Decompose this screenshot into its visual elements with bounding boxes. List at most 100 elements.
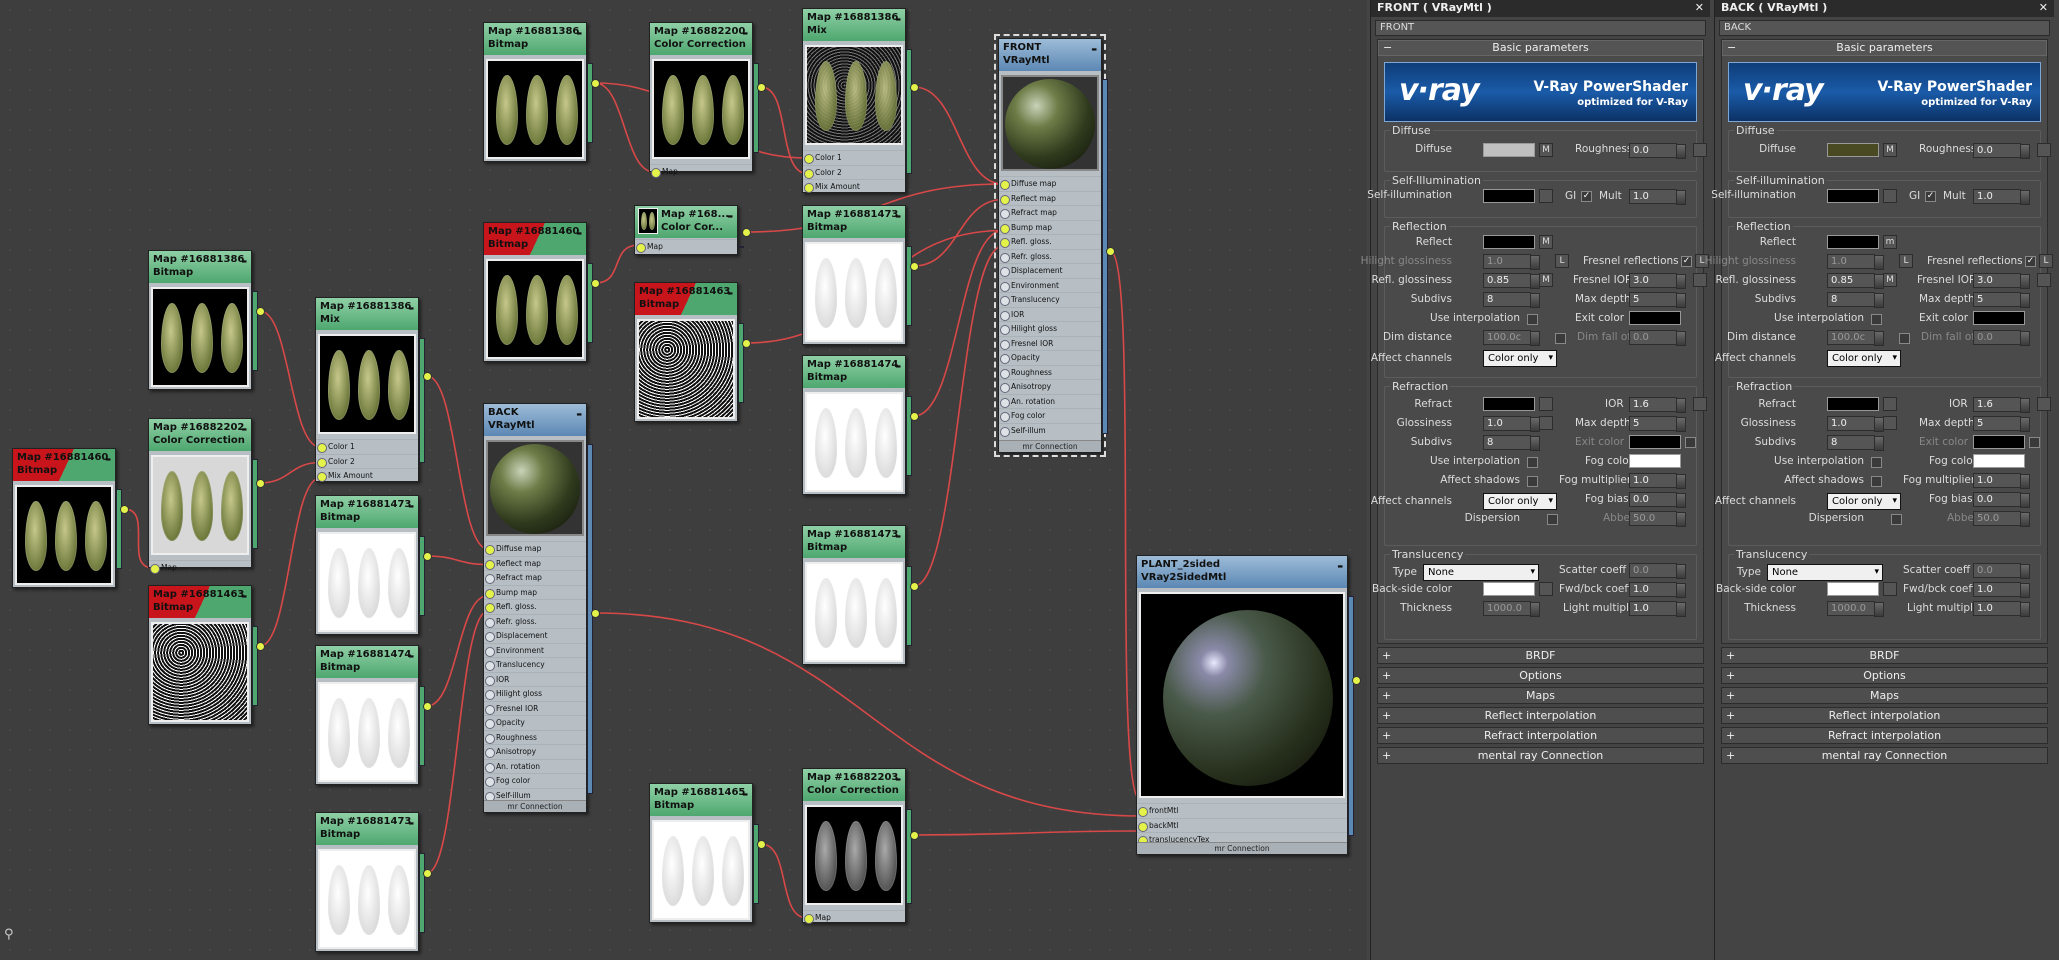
input-slot[interactable]: Reflect map xyxy=(999,190,1101,206)
node-header[interactable]: Map #16881474 Bitmap ▬ xyxy=(803,356,905,388)
refraction-max-depth-spinner[interactable]: 5 xyxy=(1973,416,2030,432)
gi-checkbox[interactable]: ✓ xyxy=(1925,191,1936,202)
basic-parameters-header[interactable]: − Basic parameters xyxy=(1722,40,2047,56)
input-slot[interactable]: Fresnel IOR xyxy=(484,700,586,716)
minimize-icon[interactable]: ▬ xyxy=(895,13,901,26)
input-slot[interactable]: Anisotropy xyxy=(484,744,586,759)
node-header[interactable]: PLANT_2sided VRay2SidedMtl ▬ xyxy=(1137,556,1347,588)
affect-shadows-checkbox[interactable] xyxy=(1871,476,1882,487)
input-slot[interactable]: Diffuse map xyxy=(484,541,586,556)
subdivs-spinner[interactable]: 8 xyxy=(1483,292,1540,308)
node-n4[interactable]: Map #16881463 Bitmap ▬ xyxy=(148,585,265,725)
ior-spinner[interactable]: 1.6 xyxy=(1629,397,1686,413)
translucency-type-dropdown[interactable]: None xyxy=(1423,564,1539,581)
node-header[interactable]: Map #16881473 Bitmap ▬ xyxy=(803,206,905,238)
output-socket[interactable] xyxy=(910,83,919,92)
input-slot[interactable]: An. rotation xyxy=(484,758,586,774)
minimize-icon[interactable]: ▬ xyxy=(895,773,901,786)
input-slot[interactable]: Self-illum xyxy=(999,422,1101,438)
refract-swatch[interactable] xyxy=(1827,397,1879,411)
roughness-spinner[interactable]: 0.0 xyxy=(1629,143,1686,159)
expand-icon[interactable]: + xyxy=(1726,668,1735,683)
fog-color-swatch[interactable] xyxy=(1973,454,2025,468)
node-header[interactable]: Map #16881473 Bitmap ▬ xyxy=(803,526,905,558)
refraction-exit-swatch[interactable] xyxy=(1629,435,1681,449)
rollout-options[interactable]: + Options xyxy=(1377,667,1704,684)
node-header[interactable]: Map #16881460 Bitmap ▬ xyxy=(13,449,115,481)
refract-map-button[interactable] xyxy=(1883,397,1897,411)
output-socket[interactable] xyxy=(423,552,432,561)
minimize-icon[interactable]: ▬ xyxy=(241,590,247,603)
affect-channels-dropdown[interactable]: Color only xyxy=(1483,350,1557,367)
abbe-spinner[interactable]: 50.0 xyxy=(1973,511,2030,527)
self-illumination-swatch[interactable] xyxy=(1483,189,1535,203)
ior-map-button[interactable] xyxy=(1693,397,1707,411)
input-slot[interactable]: Mix Amount xyxy=(316,468,418,483)
rollout-refract-interpolation[interactable]: + Refract interpolation xyxy=(1721,727,2048,744)
slate-material-editor-view[interactable]: Map #16881460 Bitmap ▬ Map #16881386 Bitmap ▬… xyxy=(0,0,1367,960)
input-slot[interactable]: An. rotation xyxy=(999,393,1101,409)
input-slot[interactable]: Refr. gloss. xyxy=(484,613,586,629)
input-slot[interactable]: Color 1 xyxy=(803,150,905,165)
minimize-icon[interactable]: ▬ xyxy=(408,302,414,315)
node-header[interactable]: Map #16881473 Bitmap ▬ xyxy=(316,813,418,845)
roughness-map-button[interactable] xyxy=(2037,143,2051,157)
rollout-reflect-interpolation[interactable]: + Reflect interpolation xyxy=(1721,707,2048,724)
rollout-brdf[interactable]: + BRDF xyxy=(1377,647,1704,664)
reflect-swatch[interactable] xyxy=(1483,235,1535,249)
input-slot[interactable]: Roughness xyxy=(999,364,1101,380)
node-n20[interactable]: Map #16882203 Color Correction ▬ Map xyxy=(802,768,919,924)
rollout-refract-interpolation[interactable]: + Refract interpolation xyxy=(1377,727,1704,744)
input-slot[interactable]: Map xyxy=(635,239,737,254)
node-header[interactable]: Map #16881473 Bitmap ▬ xyxy=(316,496,418,528)
input-slot[interactable]: Translucency xyxy=(484,657,586,672)
hilight-lock-button[interactable]: L xyxy=(1555,254,1569,268)
input-slot[interactable]: Color 1 xyxy=(316,439,418,454)
input-slot[interactable]: Refl. gloss. xyxy=(999,234,1101,249)
hilight-glossiness-spinner[interactable]: 1.0 xyxy=(1827,254,1884,270)
mr-connection[interactable]: mr Connection xyxy=(484,800,586,812)
input-slot[interactable]: backMtl xyxy=(1137,817,1347,833)
expand-icon[interactable]: + xyxy=(1382,708,1391,723)
refl-glossiness-spinner[interactable]: 0.85 xyxy=(1827,273,1884,289)
minimize-icon[interactable]: ▬ xyxy=(895,210,901,223)
output-socket[interactable] xyxy=(910,412,919,421)
output-socket[interactable] xyxy=(742,339,751,348)
back-side-map-button[interactable] xyxy=(1883,582,1897,596)
node-header[interactable]: Map #16881460 Bitmap ▬ xyxy=(484,223,586,255)
light-multiplier-spinner[interactable]: 1.0 xyxy=(1973,601,2030,617)
expand-icon[interactable]: + xyxy=(1382,668,1391,683)
refraction-exit-swatch[interactable] xyxy=(1973,435,2025,449)
thickness-spinner[interactable]: 1000.0 xyxy=(1827,601,1884,617)
dim-distance-spinner[interactable]: 100.0c xyxy=(1827,330,1884,346)
node-n22[interactable]: PLANT_2sided VRay2SidedMtl ▬ frontMtl backMt… xyxy=(1136,555,1361,855)
input-slot[interactable]: Bump map xyxy=(484,584,586,600)
diffuse-swatch[interactable] xyxy=(1483,143,1535,157)
input-slot[interactable]: Map xyxy=(149,560,251,575)
binoculars-icon[interactable]: ⚲ xyxy=(4,928,20,942)
input-slot[interactable]: Hilight gloss xyxy=(999,321,1101,336)
minimize-icon[interactable]: ▬ xyxy=(408,817,414,830)
output-socket[interactable] xyxy=(757,840,766,849)
node-header[interactable]: Map #16881386 Mix ▬ xyxy=(316,298,418,330)
node-n16[interactable]: Map #16881386 Mix ▬ Color 1 Color 2 Mix Amoun… xyxy=(802,8,919,193)
close-icon[interactable]: ✕ xyxy=(1695,1,1704,14)
output-socket[interactable] xyxy=(256,642,265,651)
fresnel-ior-spinner[interactable]: 3.0 xyxy=(1973,273,2030,289)
abbe-spinner[interactable]: 50.0 xyxy=(1629,511,1686,527)
expand-icon[interactable]: + xyxy=(1726,748,1735,763)
exit-color-swatch[interactable] xyxy=(1629,311,1681,325)
refl-gloss-map-button[interactable]: M xyxy=(1539,273,1553,287)
input-slot[interactable]: Bump map xyxy=(999,219,1101,235)
minimize-icon[interactable]: ▬ xyxy=(241,423,247,436)
input-slot[interactable]: Refl. gloss. xyxy=(484,599,586,614)
gi-checkbox[interactable]: ✓ xyxy=(1581,191,1592,202)
node-header[interactable]: Map #16881386 Mix ▬ xyxy=(803,9,905,41)
mr-connection[interactable]: mr Connection xyxy=(1137,842,1347,854)
max-depth-spinner[interactable]: 5 xyxy=(1973,292,2030,308)
input-slot[interactable]: Color 2 xyxy=(316,453,418,469)
expand-icon[interactable]: + xyxy=(1726,728,1735,743)
node-header[interactable]: Map #16881463 Bitmap ▬ xyxy=(149,586,251,618)
rollout-maps[interactable]: + Maps xyxy=(1721,687,2048,704)
scatter-coeff-spinner[interactable]: 0.0 xyxy=(1973,563,2030,579)
